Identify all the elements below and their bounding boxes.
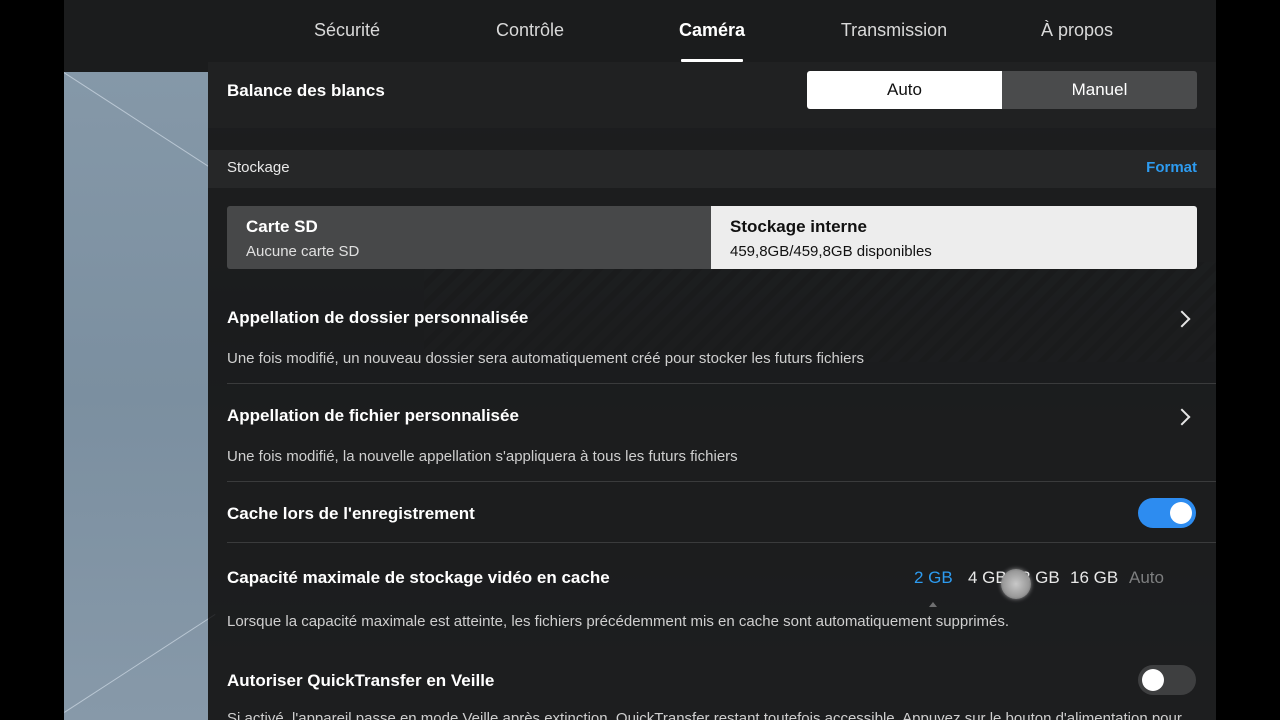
quicktransfer-description: Si activé, l'appareil passe en mode Veil… bbox=[227, 710, 1182, 720]
storage-section-label: Stockage bbox=[227, 159, 290, 176]
toggle-knob bbox=[1142, 669, 1164, 691]
tab-camera[interactable]: Caméra bbox=[674, 20, 750, 44]
touch-indicator bbox=[1001, 569, 1031, 599]
wall-edge-line bbox=[64, 613, 216, 713]
sd-card-status: Aucune carte SD bbox=[246, 243, 360, 260]
white-balance-title: Balance des blancs bbox=[227, 81, 385, 100]
sd-card-title: Carte SD bbox=[246, 217, 318, 236]
cache-capacity-option-auto: Auto bbox=[1129, 568, 1164, 587]
camera-settings-panel: Balance des blancs Auto Manuel Stockage … bbox=[208, 62, 1216, 720]
storage-option-internal[interactable]: Stockage interne 459,8GB/459,8GB disponi… bbox=[711, 206, 1197, 269]
storage-option-sd-card[interactable]: Carte SD Aucune carte SD bbox=[227, 206, 711, 269]
cache-capacity-title: Capacité maximale de stockage vidéo en c… bbox=[227, 568, 610, 587]
quicktransfer-toggle[interactable] bbox=[1138, 665, 1196, 695]
cache-capacity-description: Lorsque la capacité maximale est atteint… bbox=[227, 613, 1010, 630]
wall-edge-line bbox=[64, 72, 232, 182]
divider bbox=[227, 481, 1216, 482]
storage-header: Stockage Format bbox=[208, 150, 1216, 188]
chevron-right-icon[interactable] bbox=[1173, 310, 1191, 328]
white-balance-manual-button[interactable]: Manuel bbox=[1002, 71, 1197, 109]
internal-storage-title: Stockage interne bbox=[730, 217, 867, 236]
tab-a-propos[interactable]: À propos bbox=[1038, 20, 1116, 44]
white-balance-row: Balance des blancs Auto Manuel bbox=[208, 62, 1216, 128]
tab-securite[interactable]: Sécurité bbox=[314, 20, 380, 44]
tab-controle[interactable]: Contrôle bbox=[495, 20, 565, 44]
folder-naming-title: Appellation de dossier personnalisée bbox=[227, 308, 529, 327]
quicktransfer-title: Autoriser QuickTransfer en Veille bbox=[227, 671, 495, 690]
internal-storage-capacity: 459,8GB/459,8GB disponibles bbox=[730, 243, 932, 260]
chevron-right-icon[interactable] bbox=[1173, 408, 1191, 426]
file-naming-title: Appellation de fichier personnalisée bbox=[227, 406, 519, 425]
cache-recording-toggle[interactable] bbox=[1138, 498, 1196, 528]
file-naming-description: Une fois modifié, la nouvelle appellatio… bbox=[227, 448, 738, 465]
toggle-knob bbox=[1170, 502, 1192, 524]
white-balance-auto-button[interactable]: Auto bbox=[807, 71, 1002, 109]
selection-caret-icon bbox=[929, 602, 937, 607]
cache-recording-title: Cache lors de l'enregistrement bbox=[227, 504, 475, 523]
divider bbox=[227, 542, 1216, 543]
live-view-wall bbox=[64, 72, 232, 720]
folder-naming-description: Une fois modifié, un nouveau dossier ser… bbox=[227, 350, 864, 367]
app-window: Sécurité Contrôle Caméra Transmission À … bbox=[64, 0, 1216, 720]
format-button[interactable]: Format bbox=[1146, 159, 1197, 176]
cache-capacity-option-2gb[interactable]: 2 GB bbox=[914, 568, 953, 588]
tab-transmission[interactable]: Transmission bbox=[837, 20, 951, 44]
cache-capacity-option-16gb[interactable]: 16 GB bbox=[1070, 568, 1118, 588]
divider bbox=[227, 383, 1216, 384]
